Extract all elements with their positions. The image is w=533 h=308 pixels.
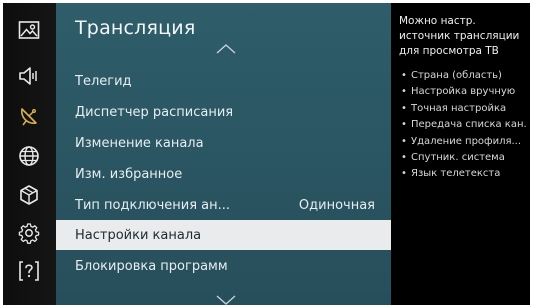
broadcast-menu-panel: Трансляция Телегид Диспетчер расписания … — [56, 3, 391, 305]
list-item: • Страна (область) — [401, 70, 502, 81]
list-item: • Точная настройка — [401, 102, 507, 114]
menu-item-label: Телегид — [75, 73, 132, 89]
menu-item-edit-favorites[interactable]: Изм. избранное — [56, 159, 391, 189]
menu-item-guide[interactable]: Телегид — [56, 66, 391, 96]
menu-item-program-lock[interactable]: Блокировка программ — [56, 251, 391, 281]
panel-title: Трансляция — [75, 17, 196, 39]
chevron-up-icon[interactable] — [216, 39, 236, 58]
info-description: Можно настр. источник трансляции для про… — [399, 15, 520, 57]
menu-item-label: Настройки канала — [75, 227, 202, 243]
picture-icon[interactable] — [17, 18, 41, 42]
menu-item-label: Тип подключения ан... — [75, 197, 231, 213]
info-list: • Страна (область) • Настройка вручную • То… — [401, 68, 529, 183]
sidebar — [3, 3, 56, 305]
settings-icon[interactable] — [17, 221, 41, 245]
menu-item-schedule-manager[interactable]: Диспетчер расписания — [56, 97, 391, 127]
menu-item-channel-settings[interactable]: Настройки канала — [56, 220, 391, 250]
menu-item-value: Одиночная — [298, 197, 375, 213]
list-item: • Удаление профиля... — [401, 135, 522, 147]
menu-item-label: Блокировка программ — [75, 258, 228, 274]
list-item: • Спутник. система — [401, 152, 505, 164]
menu-item-antenna-connection-type[interactable]: Тип подключения ан... Одиночная — [56, 190, 391, 220]
list-item: • Передача списка кан. — [401, 119, 527, 131]
chevron-down-icon[interactable] — [216, 290, 236, 305]
sound-icon[interactable] — [17, 64, 41, 88]
info-panel: Можно настр. источник трансляции для про… — [391, 3, 530, 305]
system-icon[interactable] — [17, 183, 41, 207]
menu-item-label: Изм. избранное — [75, 166, 183, 182]
menu-item-edit-channels[interactable]: Изменение канала — [56, 128, 391, 158]
network-icon[interactable] — [17, 144, 41, 168]
broadcast-icon[interactable] — [17, 104, 41, 128]
menu-item-label: Изменение канала — [75, 135, 204, 151]
tv-screen: Трансляция Телегид Диспетчер расписания … — [3, 3, 530, 305]
list-item: • Настройка вручную — [401, 86, 516, 98]
menu-item-label: Диспетчер расписания — [75, 104, 234, 120]
support-icon[interactable] — [17, 259, 41, 283]
list-item: • Язык телетекста — [401, 168, 501, 180]
